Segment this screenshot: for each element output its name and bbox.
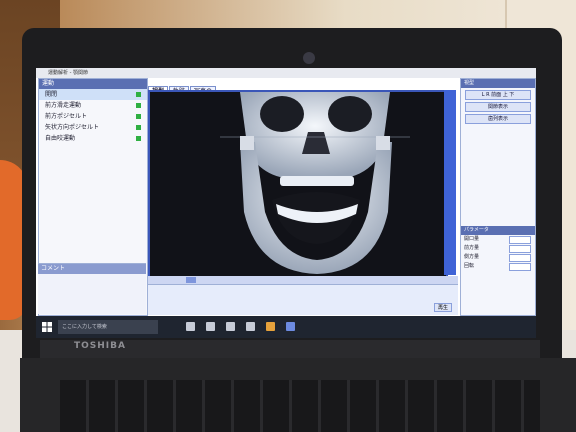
view-control-panel: 視型 L R 前面 上 下 関節表示 歯列表示 パラメータ 開口量 前方量 側方… bbox=[460, 78, 536, 316]
motion-item-anterior-position[interactable]: 前方ポジセルト bbox=[39, 111, 147, 122]
parameters-header: パラメータ bbox=[461, 226, 535, 235]
windows-start-icon[interactable] bbox=[42, 322, 52, 332]
laptop-screen: 運動解析 - 顎関節 運動 開閉 前方滑走運動 前方ポジセルト 矢状方向ポジセル… bbox=[36, 68, 536, 338]
skull-model-icon bbox=[220, 92, 410, 274]
app-icon[interactable] bbox=[286, 322, 295, 331]
view-direction-buttons[interactable]: L R 前面 上 下 bbox=[465, 90, 531, 100]
view-control-header: 視型 bbox=[461, 79, 535, 88]
comment-panel[interactable]: コメント bbox=[38, 263, 146, 314]
vertical-scrollbar[interactable] bbox=[444, 90, 456, 275]
app-icon[interactable] bbox=[206, 322, 215, 331]
window-title: 運動解析 - 顎関節 bbox=[48, 70, 88, 76]
motion-item-sagittal-position[interactable]: 矢状方向ポジセルト bbox=[39, 122, 147, 133]
param-row: 前方量 bbox=[461, 244, 535, 253]
motion-item-free-bite[interactable]: 自由咬運動 bbox=[39, 133, 147, 144]
scrollbar-thumb[interactable] bbox=[186, 277, 196, 283]
comment-header: コメント bbox=[38, 264, 146, 274]
motion-list-header: 運動 bbox=[39, 79, 147, 89]
param-row: 側方量 bbox=[461, 253, 535, 262]
dentition-display-button[interactable]: 歯列表示 bbox=[465, 114, 531, 124]
3d-skull-viewer[interactable] bbox=[148, 90, 448, 279]
keyboard bbox=[60, 380, 540, 432]
param-row: 開口量 bbox=[461, 235, 535, 244]
checkbox-checked-icon[interactable] bbox=[136, 125, 141, 130]
motion-item-open-close[interactable]: 開閉 bbox=[39, 89, 147, 100]
task-view-icon[interactable] bbox=[186, 322, 195, 331]
checkbox-checked-icon[interactable] bbox=[136, 103, 141, 108]
checkbox-checked-icon[interactable] bbox=[136, 92, 141, 97]
playback-bar: 再生 bbox=[148, 284, 458, 315]
play-button[interactable]: 再生 bbox=[433, 303, 452, 312]
viewer-tabs: 視型軌跡写真の bbox=[148, 78, 298, 98]
param-field[interactable] bbox=[509, 245, 531, 253]
folder-icon[interactable] bbox=[266, 322, 275, 331]
param-row: 回転 bbox=[461, 262, 535, 271]
joint-display-button[interactable]: 関節表示 bbox=[465, 102, 531, 112]
taskbar-search-input[interactable]: ここに入力して検索 bbox=[58, 320, 158, 334]
param-field[interactable] bbox=[509, 254, 531, 262]
webcam bbox=[303, 52, 315, 64]
checkbox-checked-icon[interactable] bbox=[136, 114, 141, 119]
brand-logo: TOSHIBA bbox=[74, 341, 126, 351]
param-field[interactable] bbox=[509, 263, 531, 271]
param-field[interactable] bbox=[509, 236, 531, 244]
motion-item-protrusion[interactable]: 前方滑走運動 bbox=[39, 100, 147, 111]
checkbox-checked-icon[interactable] bbox=[136, 136, 141, 141]
app-icon[interactable] bbox=[226, 322, 235, 331]
app-icon[interactable] bbox=[246, 322, 255, 331]
window-titlebar: 運動解析 - 顎関節 bbox=[36, 68, 536, 78]
